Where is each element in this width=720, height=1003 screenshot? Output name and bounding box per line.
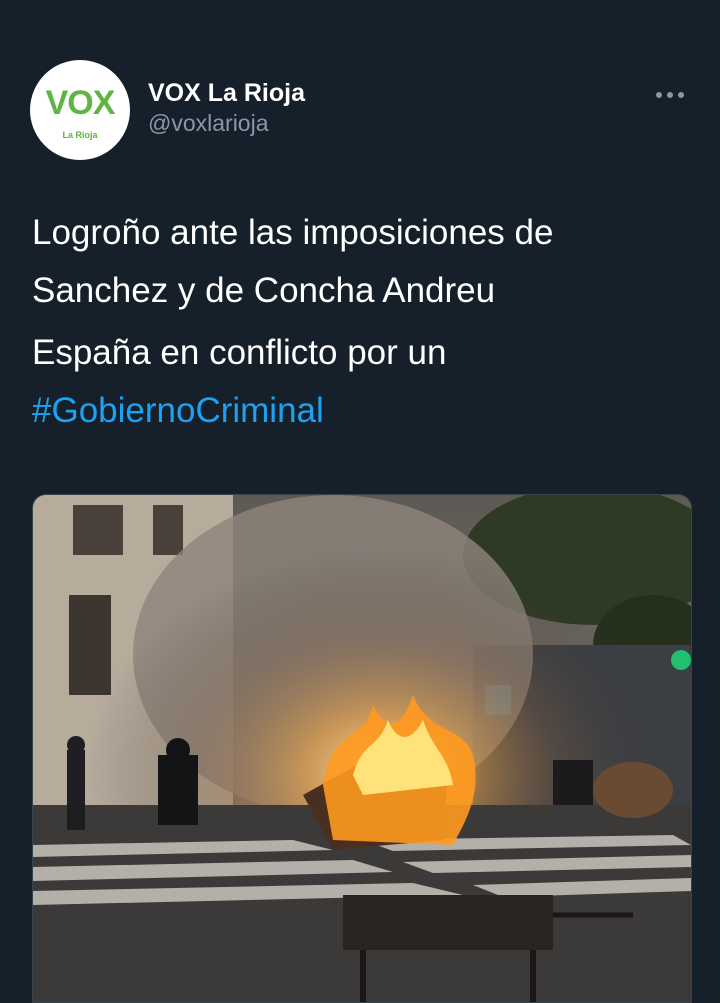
tweet-text: Logroño ante las imposiciones de Sanchez… [32,204,682,440]
user-handle[interactable]: @voxlarioja [148,108,305,138]
more-options-icon[interactable] [650,86,690,106]
tweet-photo[interactable] [32,494,692,1003]
author-names[interactable]: VOX La Rioja @voxlarioja [148,78,305,138]
tweet-line-2-text: España en conflicto por un [32,333,447,372]
vox-logo: VOX [45,84,116,122]
display-name[interactable]: VOX La Rioja [148,78,305,108]
vox-logo-sub: La Rioja [62,130,98,140]
avatar[interactable]: VOX La Rioja [30,60,130,160]
tweet-header: VOX La Rioja VOX La Rioja @voxlarioja [30,60,690,160]
tweet-line-2: España en conflicto por un #GobiernoCrimi… [32,324,682,440]
hashtag-link[interactable]: #GobiernoCriminal [32,391,324,430]
tweet-line-1: Logroño ante las imposiciones de Sanchez… [32,213,554,310]
burning-dumpster-photo [33,495,691,1002]
